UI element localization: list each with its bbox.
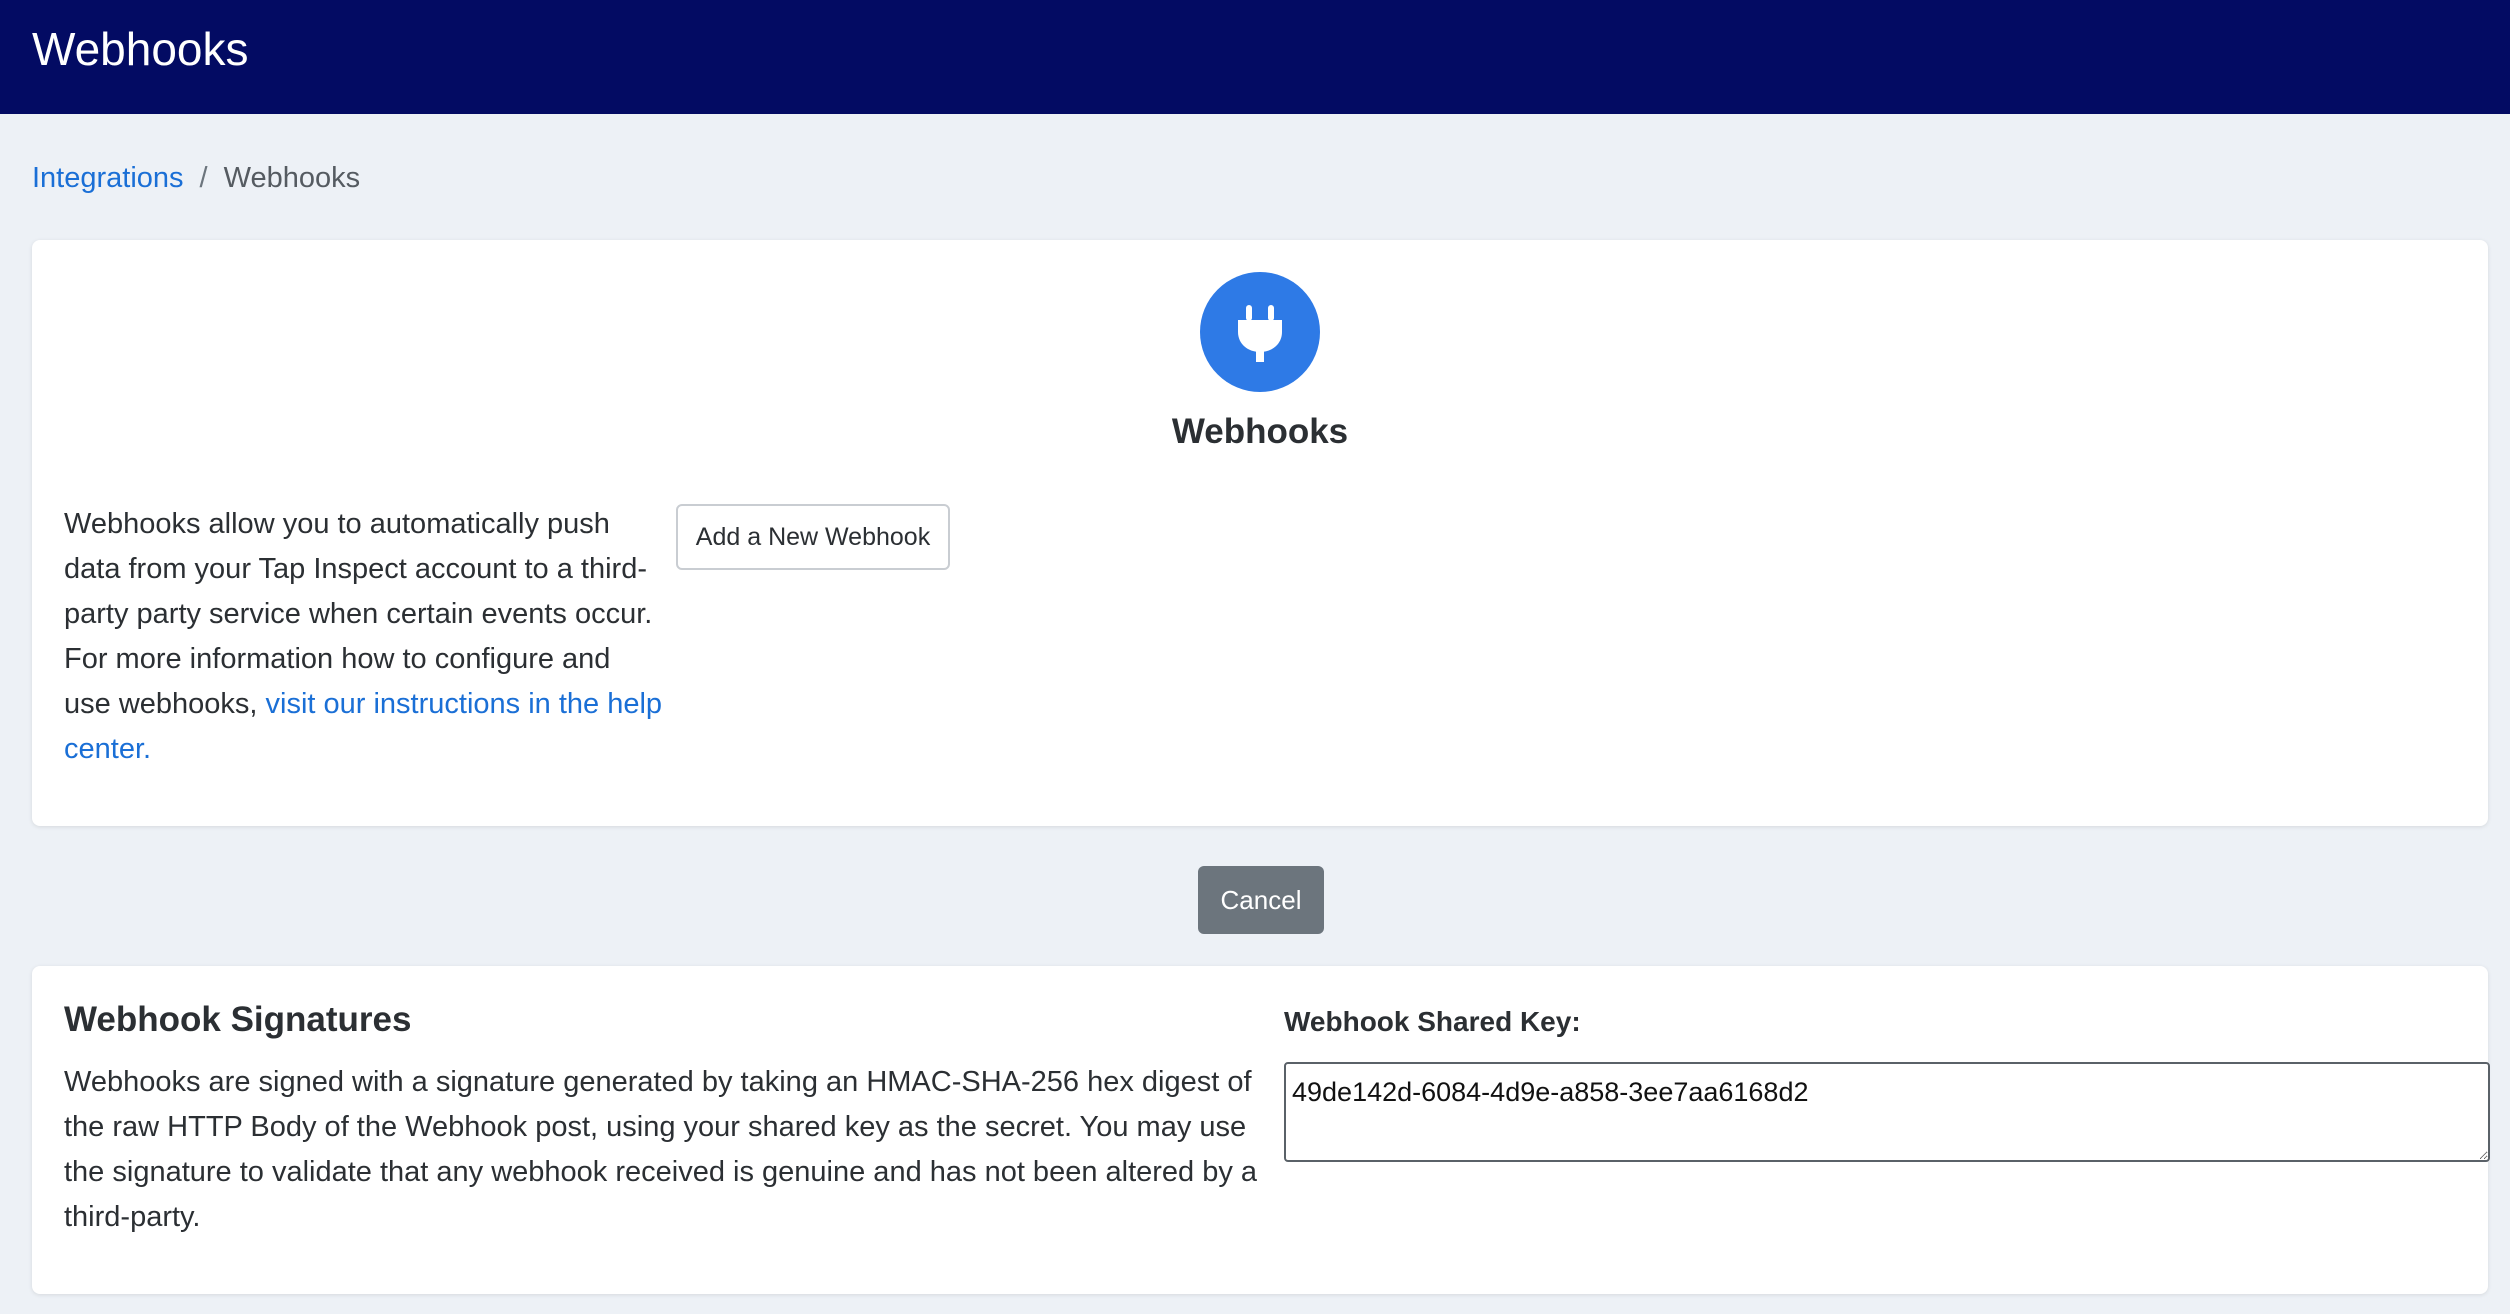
webhook-signatures-card: Webhook Signatures Webhooks are signed w… (32, 966, 2490, 1294)
breadcrumb-current: Webhooks (223, 162, 361, 194)
breadcrumb: Integrations / Webhooks (32, 156, 360, 200)
cancel-button[interactable]: Cancel (1198, 866, 1324, 934)
top-header-bar: Webhooks (0, 0, 2510, 114)
breadcrumb-integrations-link[interactable]: Integrations (32, 162, 184, 194)
add-new-webhook-button[interactable]: Add a New Webhook (676, 504, 950, 570)
webhooks-card: Webhooks Webhooks allow you to automatic… (32, 240, 2488, 826)
header-title: Webhooks (32, 23, 249, 75)
signatures-description: Webhooks are signed with a signature gen… (64, 1066, 1258, 1233)
breadcrumb-separator: / (199, 162, 208, 194)
signatures-title: Webhook Signatures (64, 1000, 412, 1039)
webhooks-description: Webhooks allow you to automatically push… (64, 502, 664, 772)
plug-icon-graphic (1238, 305, 1282, 362)
webhooks-card-title: Webhooks (1171, 412, 1349, 451)
shared-key-field[interactable]: 49de142d-6084-4d9e-a858-3ee7aa6168d2 (1284, 1062, 2490, 1162)
shared-key-label: Webhook Shared Key: (1284, 1006, 1581, 1037)
plug-icon (1200, 272, 1320, 392)
